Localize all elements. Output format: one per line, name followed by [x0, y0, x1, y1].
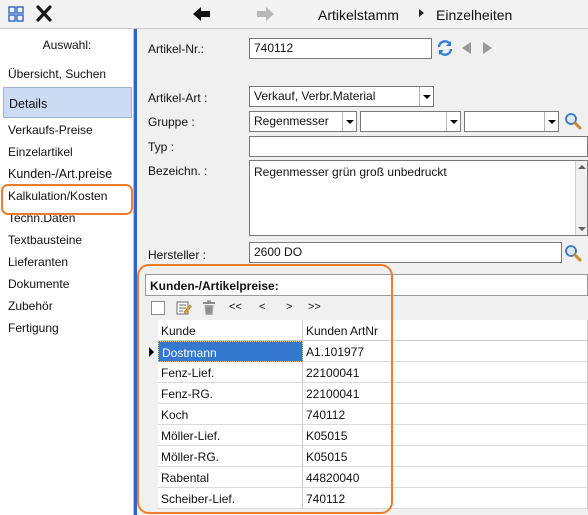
cell-kunde[interactable]: Fenz-RG.	[158, 383, 303, 404]
details-form: Artikel-Nr.: 740112 Artikel-Art : Verkau…	[137, 29, 588, 515]
cell-kunden-artnr[interactable]: 740112	[303, 488, 588, 509]
table-row[interactable]: Dostmann A1.101977	[145, 341, 588, 362]
sidebar-item-einzelartikel[interactable]: Einzelartikel	[8, 144, 142, 166]
customer-prices-table: Kunde Kunden ArtNr Dostmann A1.101977 Fe…	[145, 320, 588, 509]
cell-kunden-artnr[interactable]: 22100041	[303, 383, 588, 404]
row-marker	[145, 467, 158, 488]
previous-page-button[interactable]: <	[259, 301, 265, 313]
table-row[interactable]: Scheiber-Lief. 740112	[145, 488, 588, 509]
sidebar-item-textbausteine[interactable]: Textbausteine	[8, 232, 142, 254]
gruppe-label: Gruppe :	[148, 115, 195, 129]
hersteller-field[interactable]: 2600 DO	[249, 242, 562, 263]
customer-prices-toolbar: << < > >>	[145, 297, 588, 319]
cell-kunden-artnr[interactable]: 44820040	[303, 467, 588, 488]
scroll-up-icon[interactable]	[578, 165, 586, 169]
select-all-checkbox[interactable]	[151, 301, 165, 315]
row-marker	[145, 425, 158, 446]
row-marker-header	[145, 320, 158, 341]
chevron-down-icon[interactable]	[446, 112, 460, 131]
table-row[interactable]: Möller-RG. K05015	[145, 446, 588, 467]
sidebar-item-overview[interactable]: Übersicht, Suchen	[8, 67, 106, 81]
hersteller-label: Hersteller :	[148, 248, 207, 262]
sidebar-item-lieferanten[interactable]: Lieferanten	[8, 254, 142, 276]
customer-prices-title: Kunden-/Artikelpreise:	[145, 274, 588, 296]
grid-icon[interactable]	[7, 5, 25, 23]
cell-kunde[interactable]: Möller-RG.	[158, 446, 303, 467]
forward-arrow-icon[interactable]	[254, 5, 276, 23]
bezeichnung-value: Regenmesser grün groß unbedruckt	[254, 165, 447, 179]
cell-kunden-artnr[interactable]: 22100041	[303, 362, 588, 383]
cell-kunde[interactable]: Dostmann	[158, 341, 303, 362]
chevron-down-icon[interactable]	[544, 112, 558, 131]
refresh-icon[interactable]	[436, 39, 454, 57]
current-row-pointer-icon	[149, 347, 154, 357]
artart-select[interactable]: Verkauf, Verbr.Material	[249, 86, 434, 107]
table-row[interactable]: Fenz-RG. 22100041	[145, 383, 588, 404]
search-icon[interactable]	[564, 244, 582, 262]
previous-record-icon[interactable]	[462, 42, 471, 54]
cell-kunde[interactable]: Möller-Lief.	[158, 425, 303, 446]
cell-kunden-artnr[interactable]: K05015	[303, 425, 588, 446]
sidebar-item-verkaufs-preise[interactable]: Verkaufs-Preise	[8, 122, 142, 144]
sidebar-subitems: Verkaufs-Preise Einzelartikel Kunden-/Ar…	[0, 122, 134, 342]
row-marker	[145, 488, 158, 509]
gruppe-select-3[interactable]	[464, 111, 559, 132]
sidebar-header: Auswahl:	[42, 38, 92, 52]
edit-icon[interactable]	[176, 300, 192, 316]
first-page-button[interactable]: <<	[229, 301, 242, 313]
row-marker	[145, 404, 158, 425]
gruppe1-value: Regenmesser	[254, 114, 329, 128]
artnr-label: Artikel-Nr.:	[148, 42, 205, 56]
window-title: Artikelstamm	[318, 7, 399, 23]
gruppe-select-1[interactable]: Regenmesser	[249, 111, 357, 132]
artart-value: Verkauf, Verbr.Material	[254, 89, 376, 103]
breadcrumb-separator-icon	[419, 9, 424, 17]
close-icon[interactable]	[34, 5, 54, 23]
sidebar-item-details[interactable]: Details	[3, 87, 132, 118]
cell-kunde[interactable]: Koch	[158, 404, 303, 425]
scroll-down-icon[interactable]	[578, 227, 586, 231]
customer-prices-panel: Kunden-/Artikelpreise: << < > >> Kunde K…	[145, 270, 588, 515]
artnr-field[interactable]: 740112	[249, 38, 432, 59]
search-icon[interactable]	[564, 112, 582, 130]
column-header-kunden-artnr[interactable]: Kunden ArtNr	[303, 320, 588, 341]
chevron-down-icon[interactable]	[342, 112, 356, 131]
row-marker	[145, 341, 158, 362]
typ-field[interactable]	[249, 136, 588, 157]
gruppe-select-2[interactable]	[360, 111, 461, 132]
cell-kunden-artnr[interactable]: K05015	[303, 446, 588, 467]
cell-kunde[interactable]: Scheiber-Lief.	[158, 488, 303, 509]
cell-kunde[interactable]: Rabental	[158, 467, 303, 488]
scrollbar[interactable]	[575, 161, 587, 235]
row-marker	[145, 362, 158, 383]
sidebar-item-dokumente[interactable]: Dokumente	[8, 276, 142, 298]
cell-kunden-artnr[interactable]: 740112	[303, 404, 588, 425]
table-row[interactable]: Koch 740112	[145, 404, 588, 425]
cell-kunde[interactable]: Fenz-Lief.	[158, 362, 303, 383]
last-page-button[interactable]: >>	[308, 301, 321, 313]
row-marker	[145, 383, 158, 404]
chevron-down-icon[interactable]	[419, 87, 433, 106]
cell-kunden-artnr[interactable]: A1.101977	[303, 341, 588, 362]
sidebar: Auswahl: Übersicht, Suchen Details Verka…	[0, 29, 134, 515]
typ-label: Typ :	[148, 140, 175, 154]
top-toolbar: Artikelstamm Einzelheiten	[0, 0, 588, 29]
trash-icon[interactable]	[202, 300, 216, 316]
sidebar-item-zubehoer[interactable]: Zubehör	[8, 298, 142, 320]
window-subtitle: Einzelheiten	[436, 7, 513, 23]
column-header-kunde[interactable]: Kunde	[158, 320, 303, 341]
next-page-button[interactable]: >	[286, 301, 292, 313]
active-item-highlight	[1, 184, 133, 215]
sidebar-item-fertigung[interactable]: Fertigung	[8, 320, 142, 342]
row-marker	[145, 446, 158, 467]
table-header-row: Kunde Kunden ArtNr	[145, 320, 588, 341]
table-row[interactable]: Fenz-Lief. 22100041	[145, 362, 588, 383]
table-row[interactable]: Rabental 44820040	[145, 467, 588, 488]
bezeichnung-textarea[interactable]: Regenmesser grün groß unbedruckt	[249, 160, 588, 236]
next-record-icon[interactable]	[483, 42, 492, 54]
artart-label: Artikel-Art :	[148, 91, 208, 105]
table-row[interactable]: Möller-Lief. K05015	[145, 425, 588, 446]
back-arrow-icon[interactable]	[191, 5, 213, 23]
bezeichnung-label: Bezeichn. :	[148, 164, 208, 178]
